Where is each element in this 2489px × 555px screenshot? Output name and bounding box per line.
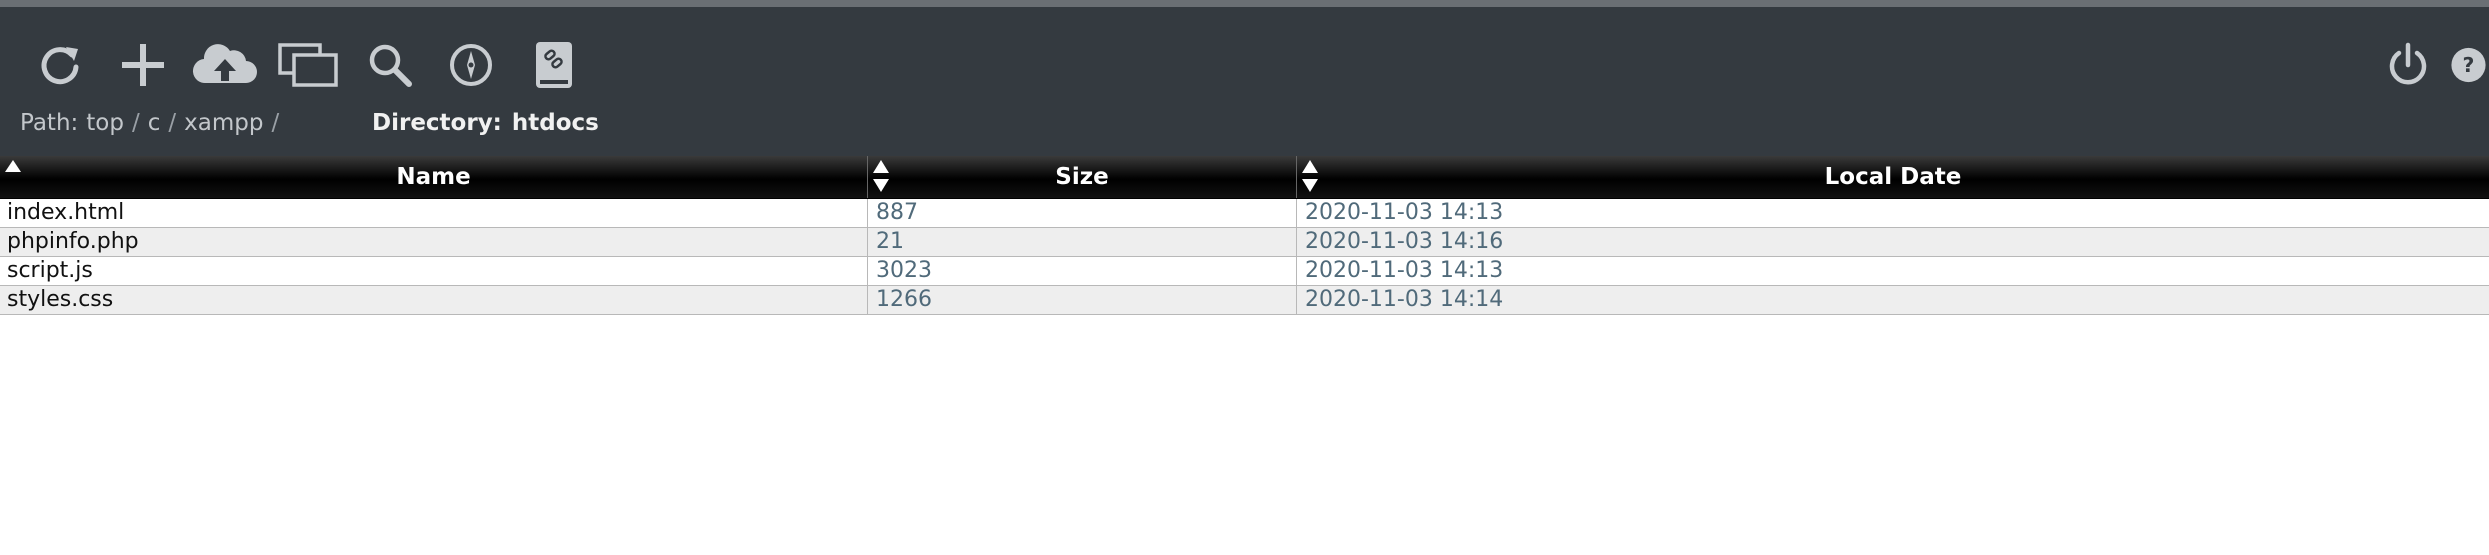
current-directory: Directory: htdocs: [372, 103, 599, 143]
file-size: 21: [867, 228, 1296, 256]
table-row[interactable]: styles.css 1266 2020-11-03 14:14: [0, 286, 2489, 315]
file-name[interactable]: phpinfo.php: [0, 228, 867, 256]
sort-ascending-icon: [5, 160, 21, 172]
navigate-button[interactable]: [435, 29, 507, 101]
refresh-button[interactable]: [24, 29, 96, 101]
sort-toggle-icon: [873, 160, 889, 192]
breadcrumb-item-c[interactable]: c: [148, 110, 161, 136]
column-header-local-date[interactable]: Local Date: [1296, 156, 2489, 198]
file-date: 2020-11-03 14:13: [1296, 199, 2489, 227]
plus-icon: [122, 44, 164, 86]
refresh-icon: [41, 47, 79, 85]
table-row[interactable]: script.js 3023 2020-11-03 14:13: [0, 257, 2489, 286]
sort-toggle-icon: [1302, 160, 1318, 192]
windows-icon: [278, 43, 338, 87]
breadcrumb-separator: /: [131, 110, 140, 136]
toolbar: ?: [0, 7, 2489, 117]
file-size: 3023: [867, 257, 1296, 285]
file-date: 2020-11-03 14:14: [1296, 286, 2489, 314]
file-name[interactable]: styles.css: [0, 286, 867, 314]
link-icon: [536, 42, 572, 88]
table-row[interactable]: phpinfo.php 21 2020-11-03 14:16: [0, 228, 2489, 257]
column-header-name-label: Name: [396, 164, 471, 190]
breadcrumb-item-xampp[interactable]: xampp: [184, 110, 263, 136]
upload-button[interactable]: [189, 29, 261, 101]
windows-button[interactable]: [272, 29, 344, 101]
file-size: 1266: [867, 286, 1296, 314]
path-label: Path:: [20, 110, 79, 136]
search-icon: [369, 44, 412, 87]
search-button[interactable]: [354, 29, 426, 101]
help-icon: ?: [2451, 47, 2486, 83]
column-header-size-label: Size: [1055, 164, 1109, 190]
column-header-local-date-label: Local Date: [1824, 164, 1962, 190]
top-bar: ? Path: top / c / xampp / Directory: htd…: [0, 0, 2489, 156]
link-button[interactable]: [518, 29, 590, 101]
file-date: 2020-11-03 14:13: [1296, 257, 2489, 285]
compass-icon: [450, 44, 492, 86]
breadcrumb-item-top[interactable]: top: [86, 110, 124, 136]
file-date: 2020-11-03 14:16: [1296, 228, 2489, 256]
directory-label: Directory:: [372, 110, 502, 136]
help-button[interactable]: ?: [2448, 29, 2489, 101]
file-name[interactable]: index.html: [0, 199, 867, 227]
file-table: Name Size Local Date index.html 887 2020…: [0, 156, 2489, 315]
breadcrumb-separator: /: [168, 110, 177, 136]
path-breadcrumb: Path: top / c / xampp /: [20, 103, 287, 143]
column-header-size[interactable]: Size: [867, 156, 1296, 198]
file-size: 887: [867, 199, 1296, 227]
table-header: Name Size Local Date: [0, 156, 2489, 199]
cloud-upload-icon: [192, 44, 257, 84]
svg-text:?: ?: [2463, 53, 2475, 77]
directory-name: htdocs: [511, 110, 599, 136]
power-button[interactable]: [2372, 29, 2444, 101]
power-icon: [2389, 42, 2427, 85]
file-name[interactable]: script.js: [0, 257, 867, 285]
new-button[interactable]: [107, 29, 179, 101]
column-header-name[interactable]: Name: [0, 156, 867, 198]
table-row[interactable]: index.html 887 2020-11-03 14:13: [0, 199, 2489, 228]
breadcrumb-separator: /: [271, 110, 280, 136]
